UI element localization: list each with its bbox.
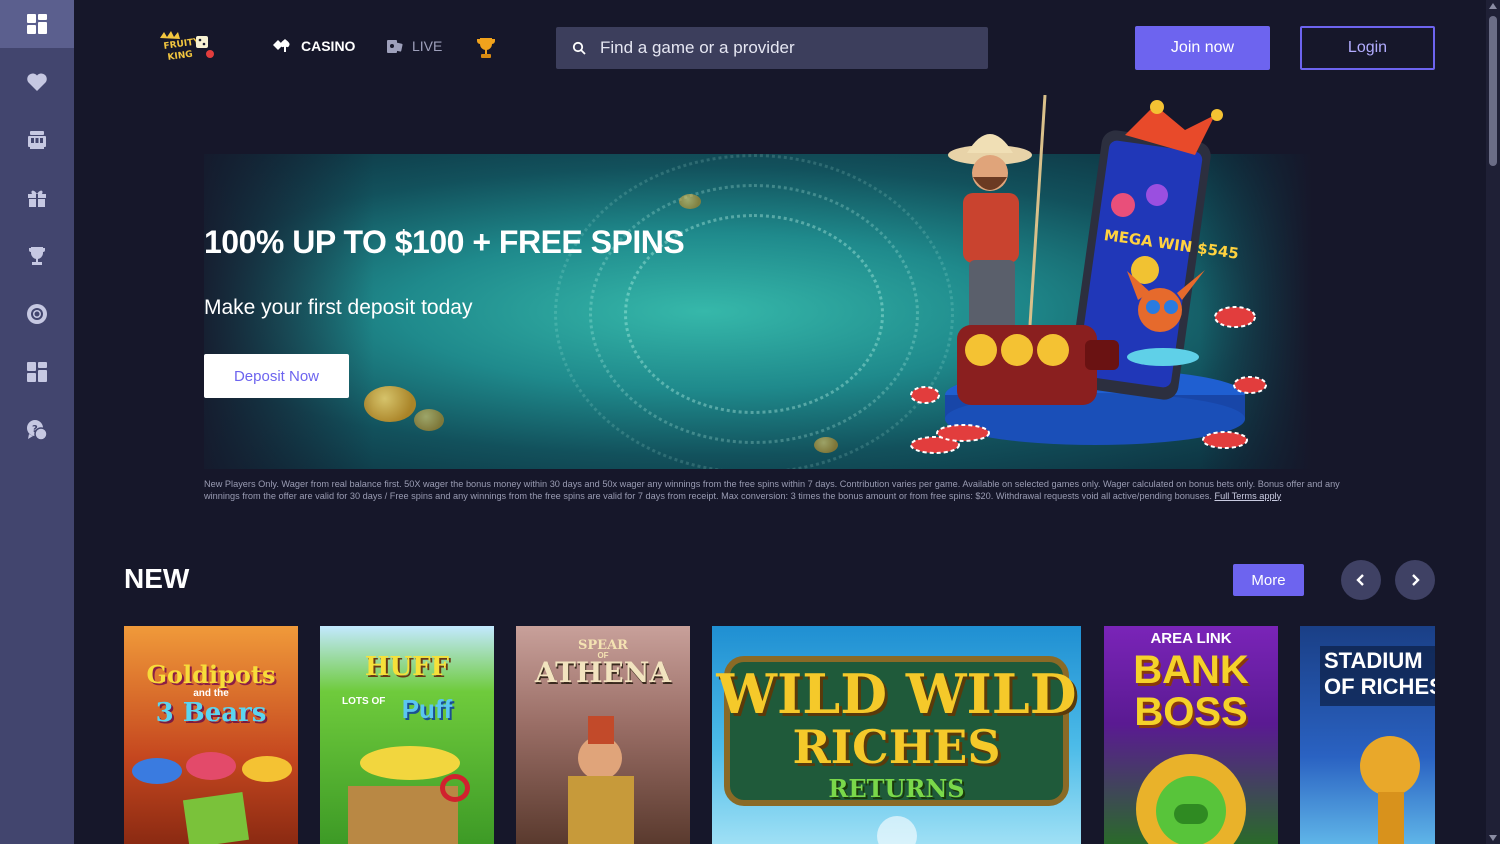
sidebar-item-support[interactable] [0, 290, 74, 338]
carousel-next-button[interactable] [1395, 560, 1435, 600]
game-card[interactable]: SPEAR OF ATHENA [516, 626, 690, 844]
search-placeholder: Find a game or a provider [600, 38, 795, 57]
nav-casino[interactable]: CASINO [273, 38, 355, 54]
chevron-left-icon [1356, 574, 1364, 586]
gift-icon [28, 190, 46, 207]
login-button[interactable]: Login [1300, 26, 1435, 70]
dashboard-icon [27, 14, 47, 34]
sidebar: ? [0, 0, 74, 844]
game-title-2: OF RICHES [1324, 674, 1435, 699]
promo-title: 100% UP TO $100 + FREE SPINS [204, 224, 685, 260]
grid-icon [27, 362, 47, 382]
sidebar-item-dashboard[interactable] [0, 0, 74, 48]
casino-icon [28, 131, 46, 149]
svg-text:FRUITY: FRUITY [163, 37, 201, 52]
scroll-thumb[interactable] [1489, 16, 1497, 166]
game-title-2: Puff [401, 694, 453, 724]
game-title: WILD WILD [716, 662, 1077, 726]
nav-tournaments[interactable] [474, 36, 498, 60]
live-dealer-icon [387, 40, 403, 53]
game-title-small: AREA LINK [1150, 630, 1232, 647]
deposit-now-button[interactable]: Deposit Now [204, 354, 349, 398]
fruity-king-logo: FRUITY KING [160, 31, 214, 63]
sidebar-item-promotions[interactable] [0, 116, 74, 164]
sidebar-item-categories[interactable] [0, 348, 74, 396]
game-title: STADIUM [1324, 648, 1423, 673]
promo-subtitle: Make your first deposit today [204, 296, 473, 319]
carousel-prev-button[interactable] [1341, 560, 1381, 600]
game-title: BANK [1133, 648, 1249, 692]
cards-icon [273, 39, 290, 52]
join-now-button[interactable]: Join now [1135, 26, 1270, 70]
sidebar-item-tournaments[interactable] [0, 232, 74, 280]
bonus-terms-text: New Players Only. Wager from real balanc… [204, 479, 1374, 502]
nav-live-label: LIVE [412, 38, 443, 54]
more-button[interactable]: More [1233, 564, 1304, 596]
sidebar-item-help[interactable]: ? [0, 406, 74, 454]
game-card[interactable]: STADIUM OF RICHES [1300, 626, 1435, 844]
lifebuoy-icon [27, 304, 47, 324]
game-title: HUFF [364, 652, 450, 682]
game-card[interactable]: WILD WILD RICHES RETURNS [712, 626, 1081, 844]
game-card[interactable]: Goldipots and the 3 Bears [124, 626, 298, 844]
page-scrollbar[interactable] [1486, 0, 1500, 844]
new-games-carousel: Goldipots and the 3 Bears HUFF LOTS OF P… [124, 626, 1435, 844]
game-title-2: RICHES [792, 720, 1001, 774]
terms-body: New Players Only. Wager from real balanc… [204, 479, 1340, 501]
game-title-3: RETURNS [828, 774, 965, 803]
trophy-icon [477, 38, 495, 58]
search-input[interactable]: Find a game or a provider [556, 27, 988, 69]
game-title: Goldipots [146, 660, 276, 689]
game-card[interactable]: HUFF LOTS OF Puff [320, 626, 494, 844]
banner-artwork: MEGA WIN $545 [910, 95, 1267, 454]
scroll-up-arrow-icon[interactable] [1489, 3, 1497, 9]
game-title-2: BOSS [1134, 690, 1248, 734]
chat-help-icon: ? [27, 420, 48, 441]
game-title: ATHENA [534, 656, 672, 689]
site-logo[interactable]: FRUITY KING [156, 30, 216, 64]
heart-icon [27, 73, 47, 91]
game-title-2: 3 Bears [155, 698, 267, 728]
nav-live[interactable]: LIVE [386, 38, 442, 54]
sidebar-item-favorites[interactable] [0, 58, 74, 106]
svg-text:KING: KING [167, 50, 193, 63]
full-terms-link[interactable]: Full Terms apply [1214, 491, 1281, 501]
search-icon [572, 41, 586, 55]
scroll-down-arrow-icon[interactable] [1489, 835, 1497, 841]
nav-casino-label: CASINO [301, 38, 356, 54]
svg-text:?: ? [32, 424, 38, 435]
sidebar-item-gifts[interactable] [0, 174, 74, 222]
game-card[interactable]: AREA LINK BANK BOSS [1104, 626, 1278, 844]
chevron-right-icon [1412, 574, 1420, 586]
trophy-icon [29, 247, 45, 265]
section-title-new: NEW [124, 563, 190, 594]
